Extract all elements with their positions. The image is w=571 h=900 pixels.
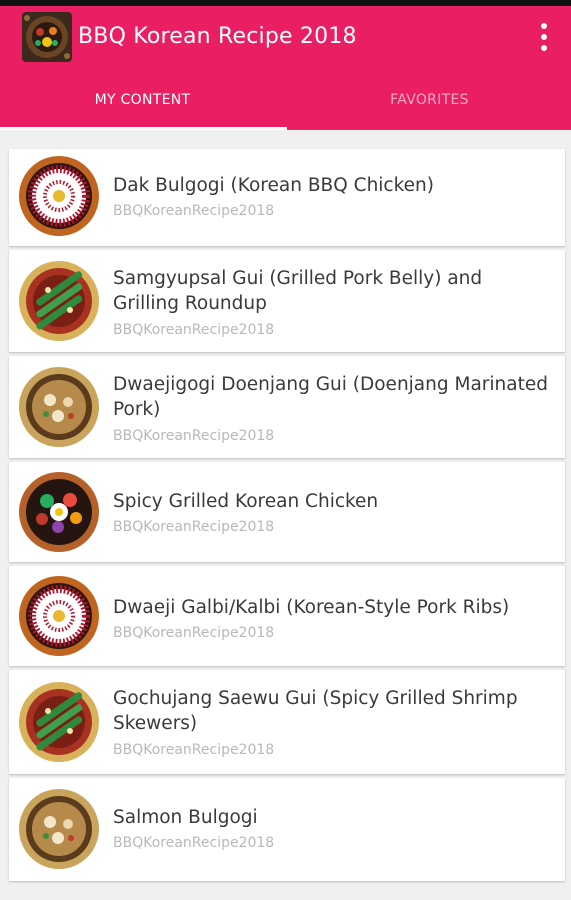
recipe-title: Spicy Grilled Korean Chicken bbox=[113, 491, 379, 512]
recipe-title: Salmon Bulgogi bbox=[113, 807, 258, 828]
bibimbap-bowl-icon bbox=[18, 471, 100, 553]
recipe-title: Dwaejigogi Doenjang Gui (Doenjang Marina… bbox=[113, 374, 548, 420]
recipe-source: BBQKoreanRecipe2018 bbox=[113, 625, 275, 641]
recipe-title: Gochujang Saewu Gui (Spicy Grilled Shrim… bbox=[113, 688, 518, 734]
recipe-title: Dwaeji Galbi/Kalbi (Korean-Style Pork Ri… bbox=[113, 597, 510, 618]
tab-indicator bbox=[0, 127, 287, 130]
recipe-source: BBQKoreanRecipe2018 bbox=[113, 428, 275, 444]
overflow-menu-icon[interactable] bbox=[530, 20, 558, 54]
list-item[interactable]: Gochujang Saewu Gui (Spicy Grilled Shrim… bbox=[9, 670, 565, 774]
red-rim-bowl-icon bbox=[18, 155, 100, 237]
green-skewer-bowl-icon bbox=[18, 260, 100, 342]
red-rim-bowl-icon bbox=[18, 575, 100, 657]
recipe-source: BBQKoreanRecipe2018 bbox=[113, 322, 275, 338]
app-logo-icon bbox=[22, 12, 72, 62]
app-bar: BBQ Korean Recipe 2018 MY CONTENT FAVORI… bbox=[0, 6, 571, 130]
recipe-source: BBQKoreanRecipe2018 bbox=[113, 203, 275, 219]
list-item[interactable]: Dwaeji Galbi/Kalbi (Korean-Style Pork Ri… bbox=[9, 566, 565, 666]
tab-favorites[interactable]: FAVORITES bbox=[287, 70, 571, 130]
recipe-source: BBQKoreanRecipe2018 bbox=[113, 742, 275, 758]
stew-bowl-icon bbox=[18, 366, 100, 448]
recipe-title: Samgyupsal Gui (Grilled Pork Belly) and … bbox=[113, 268, 483, 314]
green-skewer-bowl-icon bbox=[18, 681, 100, 763]
recipe-title: Dak Bulgogi (Korean BBQ Chicken) bbox=[113, 175, 434, 196]
app-title: BBQ Korean Recipe 2018 bbox=[78, 24, 357, 49]
list-item[interactable]: Dwaejigogi Doenjang Gui (Doenjang Marina… bbox=[9, 356, 565, 458]
list-item[interactable]: Salmon Bulgogi BBQKoreanRecipe2018 bbox=[9, 778, 565, 881]
list-item[interactable]: Samgyupsal Gui (Grilled Pork Belly) and … bbox=[9, 250, 565, 352]
list-item[interactable]: Spicy Grilled Korean Chicken BBQKoreanRe… bbox=[9, 462, 565, 562]
recipe-source: BBQKoreanRecipe2018 bbox=[113, 519, 275, 535]
recipe-source: BBQKoreanRecipe2018 bbox=[113, 835, 275, 851]
list-item[interactable]: Dak Bulgogi (Korean BBQ Chicken) BBQKore… bbox=[9, 149, 565, 246]
stew-bowl-icon bbox=[18, 788, 100, 870]
tab-my-content[interactable]: MY CONTENT bbox=[0, 70, 285, 130]
